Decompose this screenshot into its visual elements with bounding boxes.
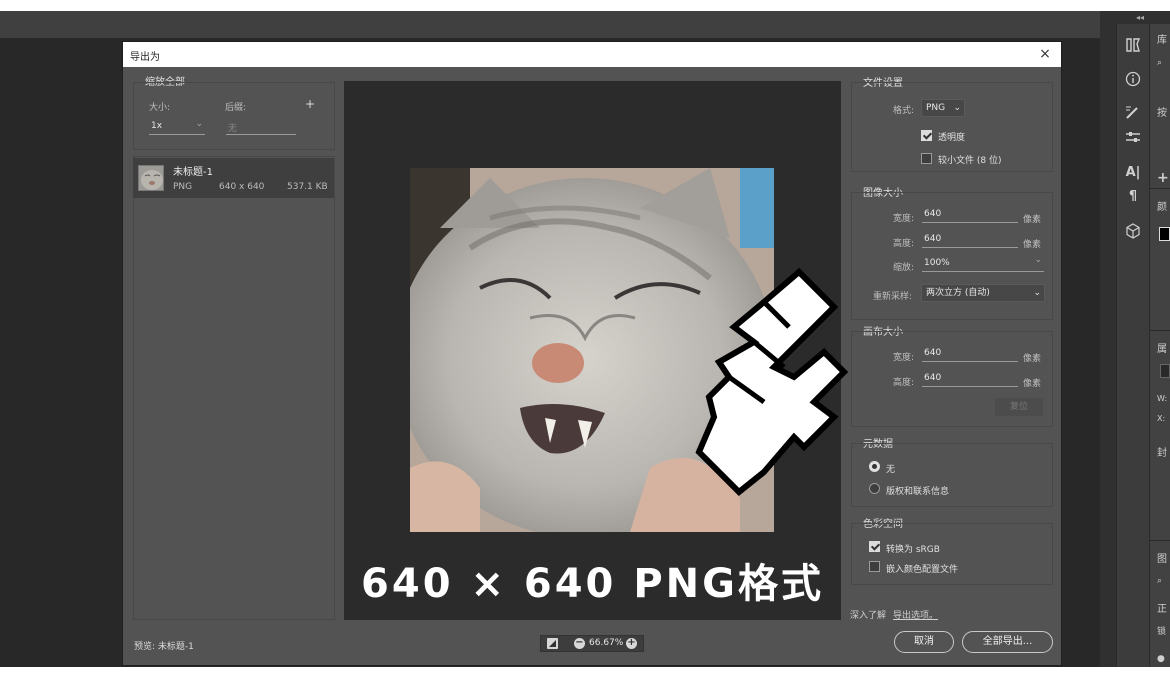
color-space-box — [851, 523, 1053, 585]
image-height-label: 高度: — [893, 239, 915, 249]
close-icon[interactable]: × — [1035, 44, 1055, 64]
brush-settings-icon[interactable] — [1124, 36, 1142, 54]
chevron-down-icon: ⌄ — [1033, 288, 1041, 298]
image-height-unit: 像素 — [1023, 240, 1042, 250]
properties-thumb — [1160, 364, 1170, 378]
canvas-width-label: 宽度: — [893, 353, 915, 363]
format-value: PNG — [926, 103, 946, 113]
scale-select[interactable]: 1x ⌄ — [149, 119, 205, 135]
metadata-copyright-radio[interactable] — [869, 483, 880, 494]
chevron-down-icon: ⌄ — [1034, 255, 1042, 265]
paragraph-icon[interactable]: ¶ — [1124, 188, 1142, 206]
panel-label-properties[interactable]: 属 — [1157, 340, 1167, 355]
export-all-button[interactable]: 全部导出... — [962, 631, 1053, 653]
overlay-caption: 640 × 640 PNG格式 — [361, 561, 824, 607]
suffix-label: 后缀: — [225, 103, 247, 113]
canvas-width-unit: 像素 — [1023, 354, 1042, 364]
layer-search-icon[interactable]: ⌕ — [1157, 576, 1162, 586]
preview-label: 预览: 未标题-1 — [134, 642, 194, 652]
metadata-none-radio[interactable] — [869, 461, 880, 472]
chevron-down-icon: ⌄ — [195, 119, 203, 129]
panel-label-layers[interactable]: 图 — [1157, 550, 1167, 565]
x-short-label: X: — [1157, 414, 1166, 423]
plus-icon[interactable]: + — [626, 638, 637, 649]
metadata-none-label: 无 — [886, 465, 896, 475]
scale-all-box — [133, 82, 335, 150]
collapse-dock-icon[interactable]: ◂◂ — [1136, 13, 1144, 22]
asset-name: 未标题-1 — [173, 167, 213, 178]
character-icon[interactable]: A| — [1124, 164, 1142, 182]
metadata-box — [851, 443, 1053, 507]
size-label: 大小: — [149, 103, 171, 113]
top-strip — [0, 0, 1170, 11]
scale-percent-value: 100% — [924, 258, 950, 268]
adjustments-icon[interactable] — [1124, 128, 1142, 146]
canvas-height-unit: 像素 — [1023, 379, 1042, 389]
cancel-button[interactable]: 取消 — [894, 631, 954, 653]
dialog-title: 导出为 — [130, 52, 160, 63]
scale-percent-select[interactable]: 100% ⌄ — [922, 255, 1044, 272]
resample-label: 重新采样: — [873, 292, 913, 302]
foreground-color-swatch[interactable] — [1159, 227, 1170, 241]
asset-row[interactable]: 未标题-1 PNG 640 x 640 537.1 KB — [133, 158, 334, 198]
asset-format: PNG — [173, 182, 193, 192]
panel-divider — [1150, 188, 1170, 189]
embed-profile-label: 嵌入颜色配置文件 — [886, 565, 959, 575]
minus-icon[interactable]: − — [574, 638, 585, 649]
reset-button[interactable]: 复位 — [995, 398, 1043, 416]
canvas-height-input[interactable]: 640 — [922, 373, 1018, 387]
panel-label-button[interactable]: 按 — [1157, 104, 1167, 119]
asset-thumbnail — [138, 165, 164, 191]
resample-select[interactable]: 两次立方 (自动) ⌄ — [921, 284, 1045, 302]
search-icon[interactable]: ⌕ — [1157, 58, 1162, 68]
image-width-input[interactable]: 640 — [922, 209, 1018, 223]
asset-list — [133, 156, 335, 620]
panel-divider — [1150, 540, 1170, 541]
lock-label: 锁 — [1157, 627, 1167, 637]
learn-more-text: 深入了解 — [850, 611, 887, 621]
brushes-icon[interactable] — [1124, 104, 1142, 122]
preview-toggle-icon[interactable] — [547, 638, 558, 649]
convert-srgb-checkbox[interactable] — [869, 541, 880, 552]
hand-cursor-icon — [695, 267, 849, 497]
transparency-label: 透明度 — [938, 133, 966, 143]
transparency-checkbox[interactable] — [921, 130, 932, 141]
canvas-height-label: 高度: — [893, 378, 915, 388]
width-short-label: W: — [1157, 394, 1168, 403]
panel-divider — [1150, 330, 1170, 331]
scale-label: 缩放: — [893, 263, 915, 273]
asset-dimensions: 640 x 640 — [219, 182, 265, 192]
app-menubar — [0, 11, 1170, 39]
convert-srgb-label: 转换为 sRGB — [886, 545, 940, 555]
panel-label-color[interactable]: 颜 — [1157, 198, 1167, 213]
blend-mode-label[interactable]: 正 — [1157, 600, 1167, 615]
info-icon[interactable] — [1124, 70, 1142, 88]
dialog-titlebar: 导出为 × — [123, 42, 1061, 67]
resample-value: 两次立方 (自动) — [926, 288, 990, 298]
export-as-dialog: 导出为 × 缩放全部 大小: 后缀: + 1x ⌄ 无 未标题-1 PNG 64… — [122, 41, 1062, 666]
image-width-unit: 像素 — [1023, 215, 1042, 225]
panel-label-cover[interactable]: 封 — [1157, 444, 1167, 459]
eye-icon[interactable]: ● — [1157, 654, 1165, 664]
3d-cube-icon[interactable] — [1124, 222, 1142, 240]
panel-label-library[interactable]: 库 — [1157, 31, 1167, 46]
image-width-label: 宽度: — [893, 214, 915, 224]
preview-canvas[interactable]: 640 × 640 PNG格式 — [344, 81, 849, 620]
format-select[interactable]: PNG ⌄ — [921, 99, 965, 117]
format-label: 格式: — [893, 106, 915, 116]
metadata-copyright-label: 版权和联系信息 — [886, 487, 950, 497]
image-height-input[interactable]: 640 — [922, 234, 1018, 248]
export-options-link[interactable]: 导出选项。 — [893, 608, 938, 621]
add-icon[interactable]: + — [1157, 170, 1169, 186]
scale-value: 1x — [151, 121, 163, 131]
add-scale-button[interactable]: + — [305, 97, 315, 111]
suffix-input[interactable]: 无 — [226, 121, 296, 135]
chevron-down-icon: ⌄ — [953, 103, 961, 113]
canvas-width-input[interactable]: 640 — [922, 348, 1018, 362]
smaller-file-checkbox[interactable] — [921, 153, 932, 164]
asset-filesize: 537.1 KB — [287, 182, 328, 192]
smaller-file-label: 较小文件 (8 位) — [938, 156, 1002, 166]
zoom-level: 66.67% — [589, 638, 624, 648]
embed-profile-checkbox[interactable] — [869, 561, 880, 572]
